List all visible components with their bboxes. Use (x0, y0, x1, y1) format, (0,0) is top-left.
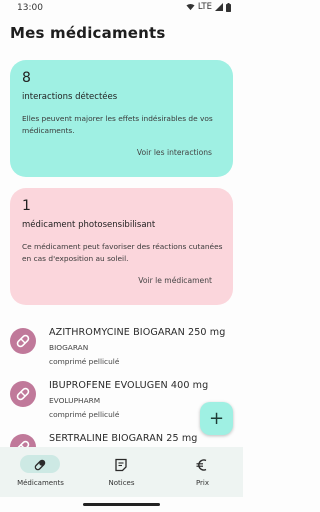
medication-name: SERTRALINE BIOGARAN 25 mg (49, 433, 198, 444)
medication-item[interactable]: SERTRALINE BIOGARAN 25 mg (10, 433, 235, 447)
euro-icon (196, 459, 207, 471)
photosensitivity-heading: médicament photosensibilisant (22, 220, 156, 230)
medication-form: comprimé pelliculé (49, 357, 120, 366)
status-time: 13:00 (17, 3, 43, 13)
photosensitivity-card[interactable]: 1 médicament photosensibilisant Ce médic… (10, 188, 233, 305)
view-medication-link[interactable]: Voir le médicament (138, 276, 212, 285)
photosensitivity-count: 1 (22, 198, 31, 214)
page-title: Mes médicaments (10, 24, 166, 42)
medication-lab: EVOLUPHARM (49, 396, 101, 405)
pill-icon (10, 328, 36, 354)
photosensitivity-description: Ce médicament peut favoriser des réactio… (22, 242, 223, 263)
wifi-icon (186, 3, 195, 11)
pill-icon (10, 434, 36, 447)
battery-icon (226, 2, 231, 12)
nav-label-prix: Prix (195, 479, 210, 487)
nav-label-notices: Notices (108, 479, 135, 487)
pill-icon (34, 459, 46, 471)
bottom-navigation: Médicaments Notices Prix (0, 447, 243, 497)
view-interactions-link[interactable]: Voir les interactions (137, 148, 212, 157)
nav-label-medicaments: Médicaments (17, 479, 64, 487)
status-icons: LTE (186, 2, 231, 12)
medication-lab: BIOGARAN (49, 343, 89, 352)
medication-name: IBUPROFENE EVOLUGEN 400 mg (49, 380, 209, 391)
pill-icon (10, 381, 36, 407)
medication-name: AZITHROMYCINE BIOGARAN 250 mg (49, 327, 226, 338)
add-medication-button[interactable]: + (200, 402, 233, 435)
status-bar: 13:00 LTE (0, 0, 243, 16)
nav-item-notices[interactable]: Notices (81, 447, 162, 497)
network-type: LTE (197, 2, 212, 12)
signal-icon (215, 3, 223, 11)
document-icon (115, 458, 127, 472)
interactions-card[interactable]: 8 interactions détectées Elles peuvent m… (10, 60, 233, 177)
interactions-heading: interactions détectées (22, 92, 118, 102)
medication-form: comprimé pelliculé (49, 410, 120, 419)
nav-item-prix[interactable]: Prix (162, 447, 243, 497)
nav-item-medicaments[interactable]: Médicaments (0, 447, 81, 497)
interactions-count: 8 (22, 70, 31, 86)
home-indicator[interactable] (83, 503, 160, 506)
interactions-description: Elles peuvent majorer les effets indésir… (22, 114, 213, 135)
medication-item[interactable]: AZITHROMYCINE BIOGARAN 250 mg BIOGARAN c… (10, 327, 235, 379)
